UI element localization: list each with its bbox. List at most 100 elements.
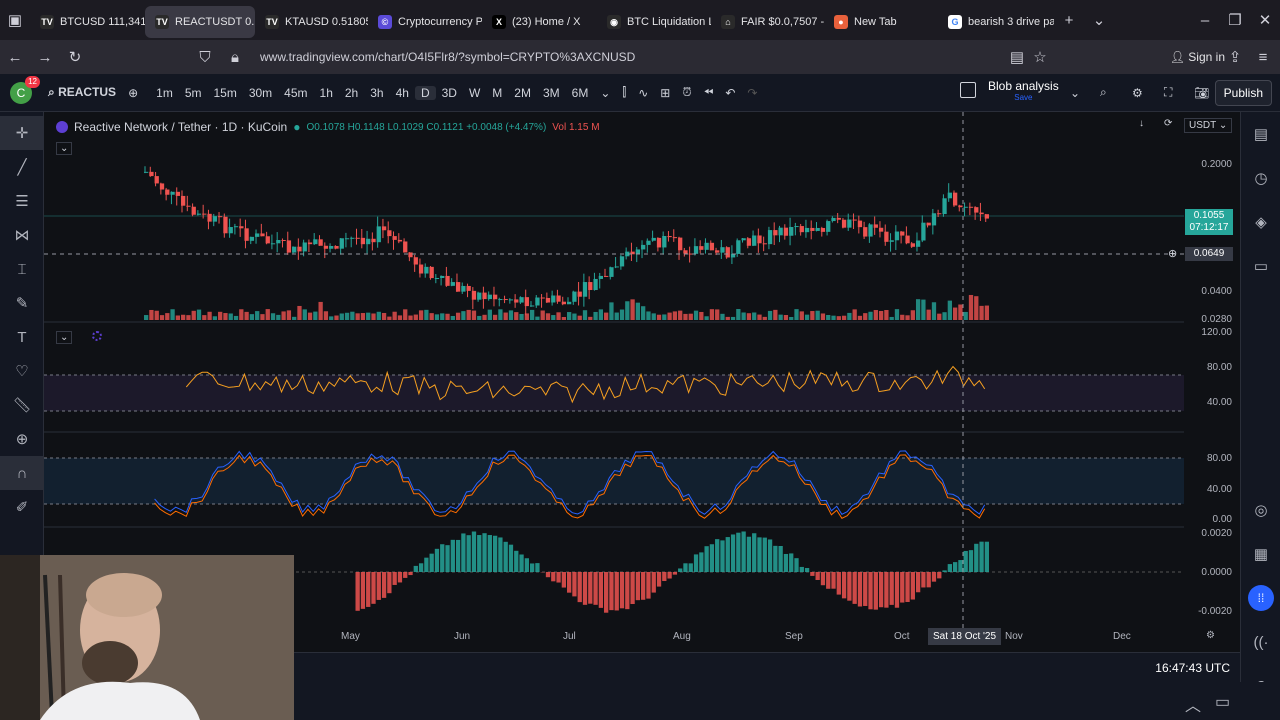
browser-tab[interactable]: ● New Tab: [824, 6, 938, 38]
browser-tab[interactable]: ◉ BTC Liquidation L: [597, 6, 711, 38]
alert-icon[interactable]: ⏰︎: [676, 85, 697, 100]
undo-icon[interactable]: ↶: [719, 86, 741, 100]
indicators-icon[interactable]: ∿: [632, 86, 654, 100]
interval-D[interactable]: D: [414, 85, 436, 100]
fib-icon[interactable]: ☰: [0, 184, 44, 218]
browser-tab-active[interactable]: TVREACTUSDT 0.✕: [145, 6, 255, 38]
chevron-down-icon[interactable]: ⌄: [594, 86, 616, 100]
interval-45m[interactable]: 45m: [278, 86, 313, 100]
redo-icon[interactable]: ↷: [741, 86, 763, 100]
shield-icon[interactable]: ⛉: [190, 49, 220, 66]
collapse-legend-icon[interactable]: ⌄: [56, 142, 73, 155]
browser-tab[interactable]: TV BTCUSD 111,341.: [30, 6, 145, 38]
layout-icon[interactable]: ⊞: [654, 86, 676, 100]
minimize-icon[interactable]: –: [1190, 12, 1220, 29]
magnet-icon[interactable]: ∩: [0, 456, 44, 490]
crosshair-icon[interactable]: ✛: [0, 116, 44, 150]
download-icon[interactable]: ↓: [1139, 118, 1144, 129]
brush-icon[interactable]: ✎: [0, 286, 44, 320]
currency-select[interactable]: USDT ⌄: [1184, 118, 1233, 133]
sign-in-button[interactable]: 👤︎ Sign in: [1170, 50, 1225, 64]
pattern-icon[interactable]: ⋈: [0, 218, 44, 252]
interval-15m[interactable]: 15m: [207, 86, 242, 100]
settings-icon[interactable]: ⚙︎: [1126, 86, 1149, 100]
add-alert-icon[interactable]: ⊕: [1168, 247, 1177, 260]
maximize-panel-icon[interactable]: ▭: [1215, 692, 1230, 712]
reload-icon[interactable]: ↻: [60, 48, 90, 66]
ruler-icon[interactable]: 📏︎: [0, 388, 44, 422]
replay-icon[interactable]: ⏪︎: [698, 85, 720, 100]
layout-name[interactable]: Blob analysis Save: [988, 79, 1059, 102]
menu-icon[interactable]: ≡: [1248, 49, 1278, 66]
volume-bar: [334, 315, 339, 320]
tab-list-icon[interactable]: ▣: [0, 11, 30, 29]
browser-tab[interactable]: X (23) Home / X: [482, 6, 597, 38]
volume-bar: [424, 309, 429, 320]
macd-bar: [567, 572, 572, 593]
signal-icon[interactable]: ((·: [1241, 620, 1280, 664]
candle-body: [894, 231, 900, 241]
interval-1m[interactable]: 1m: [150, 86, 179, 100]
fullscreen-icon[interactable]: ⛶: [1158, 85, 1178, 100]
interval-2M[interactable]: 2M: [508, 86, 537, 100]
volume-bar: [604, 312, 609, 320]
utc-clock[interactable]: 16:47:43 UTC: [1155, 661, 1230, 675]
bookmark-star-icon[interactable]: ☆: [1025, 48, 1055, 66]
webcam-image: [0, 555, 294, 720]
maximize-icon[interactable]: ❐: [1220, 11, 1250, 29]
layers-icon[interactable]: ◈: [1241, 200, 1280, 244]
macd-bar: [815, 572, 820, 580]
back-icon[interactable]: ←: [0, 49, 30, 66]
interval-4h[interactable]: 4h: [390, 86, 415, 100]
projection-icon[interactable]: ⌶: [0, 252, 44, 286]
volume-bar: [196, 309, 202, 320]
browser-tab[interactable]: ⌂ FAIR $0.0,7507 -: [711, 6, 824, 38]
chat-icon[interactable]: ▭: [1241, 244, 1280, 288]
alerts-icon[interactable]: ◷: [1241, 156, 1280, 200]
close-window-icon[interactable]: ✕: [1250, 11, 1280, 29]
interval-3h[interactable]: 3h: [364, 86, 389, 100]
chevron-up-icon[interactable]: ︿: [1185, 692, 1201, 716]
browser-tab[interactable]: TV KTAUSD 0.51805: [255, 6, 368, 38]
interval-W[interactable]: W: [463, 86, 486, 100]
publish-button[interactable]: Publish: [1214, 80, 1272, 106]
new-tab-icon[interactable]: +: [1054, 12, 1084, 29]
calendar-icon[interactable]: ▦: [1241, 532, 1280, 576]
target-icon[interactable]: ◎: [1241, 488, 1280, 532]
trendline-icon[interactable]: ╱: [0, 150, 44, 184]
interval-2h[interactable]: 2h: [339, 86, 364, 100]
interval-M[interactable]: M: [486, 86, 508, 100]
browser-tab[interactable]: © Cryptocurrency Pr: [368, 6, 482, 38]
avatar[interactable]: C 12: [10, 75, 40, 104]
layout-checkbox[interactable]: [960, 82, 976, 98]
zoom-icon[interactable]: ⊕: [0, 422, 44, 456]
heart-icon[interactable]: ♡: [0, 354, 44, 388]
text-icon[interactable]: T: [0, 320, 44, 354]
watchlist-icon[interactable]: ▤: [1241, 112, 1280, 156]
forward-icon[interactable]: →: [30, 49, 60, 66]
url-field[interactable]: www.tradingview.com/chart/O4I5Flr8/?symb…: [260, 50, 635, 64]
interval-30m[interactable]: 30m: [243, 86, 278, 100]
camera-icon[interactable]: 📷︎: [1188, 86, 1215, 100]
apps-icon[interactable]: ⁞⁞: [1241, 576, 1280, 620]
interval-5m[interactable]: 5m: [179, 86, 208, 100]
settings-icon[interactable]: ⚙︎: [1206, 630, 1215, 641]
symbol-search[interactable]: ⌕ REACTUS: [42, 85, 122, 100]
collapse-indicator-icon[interactable]: ⌄: [56, 331, 73, 344]
interval-3D[interactable]: 3D: [436, 86, 463, 100]
add-symbol-icon[interactable]: ⊕: [122, 86, 144, 100]
search-icon[interactable]: ⌕: [1094, 85, 1113, 100]
extensions-icon[interactable]: ⇪: [1220, 48, 1250, 66]
chevron-down-icon[interactable]: ⌄: [1064, 86, 1086, 100]
lock-icon[interactable]: 🔒︎: [220, 49, 250, 66]
sync-icon[interactable]: ⟳: [1164, 118, 1172, 129]
notification-badge: 12: [25, 75, 40, 88]
edit-icon[interactable]: ✐: [0, 490, 44, 524]
interval-3M[interactable]: 3M: [537, 86, 566, 100]
price-chart[interactable]: [44, 112, 1240, 628]
chevron-down-icon[interactable]: ⌄: [1084, 11, 1114, 29]
interval-6M[interactable]: 6M: [566, 86, 595, 100]
browser-tab[interactable]: Gbearish 3 drive pa: [938, 6, 1054, 38]
interval-1h[interactable]: 1h: [314, 86, 339, 100]
candle-type-icon[interactable]: ⫿: [616, 85, 632, 100]
